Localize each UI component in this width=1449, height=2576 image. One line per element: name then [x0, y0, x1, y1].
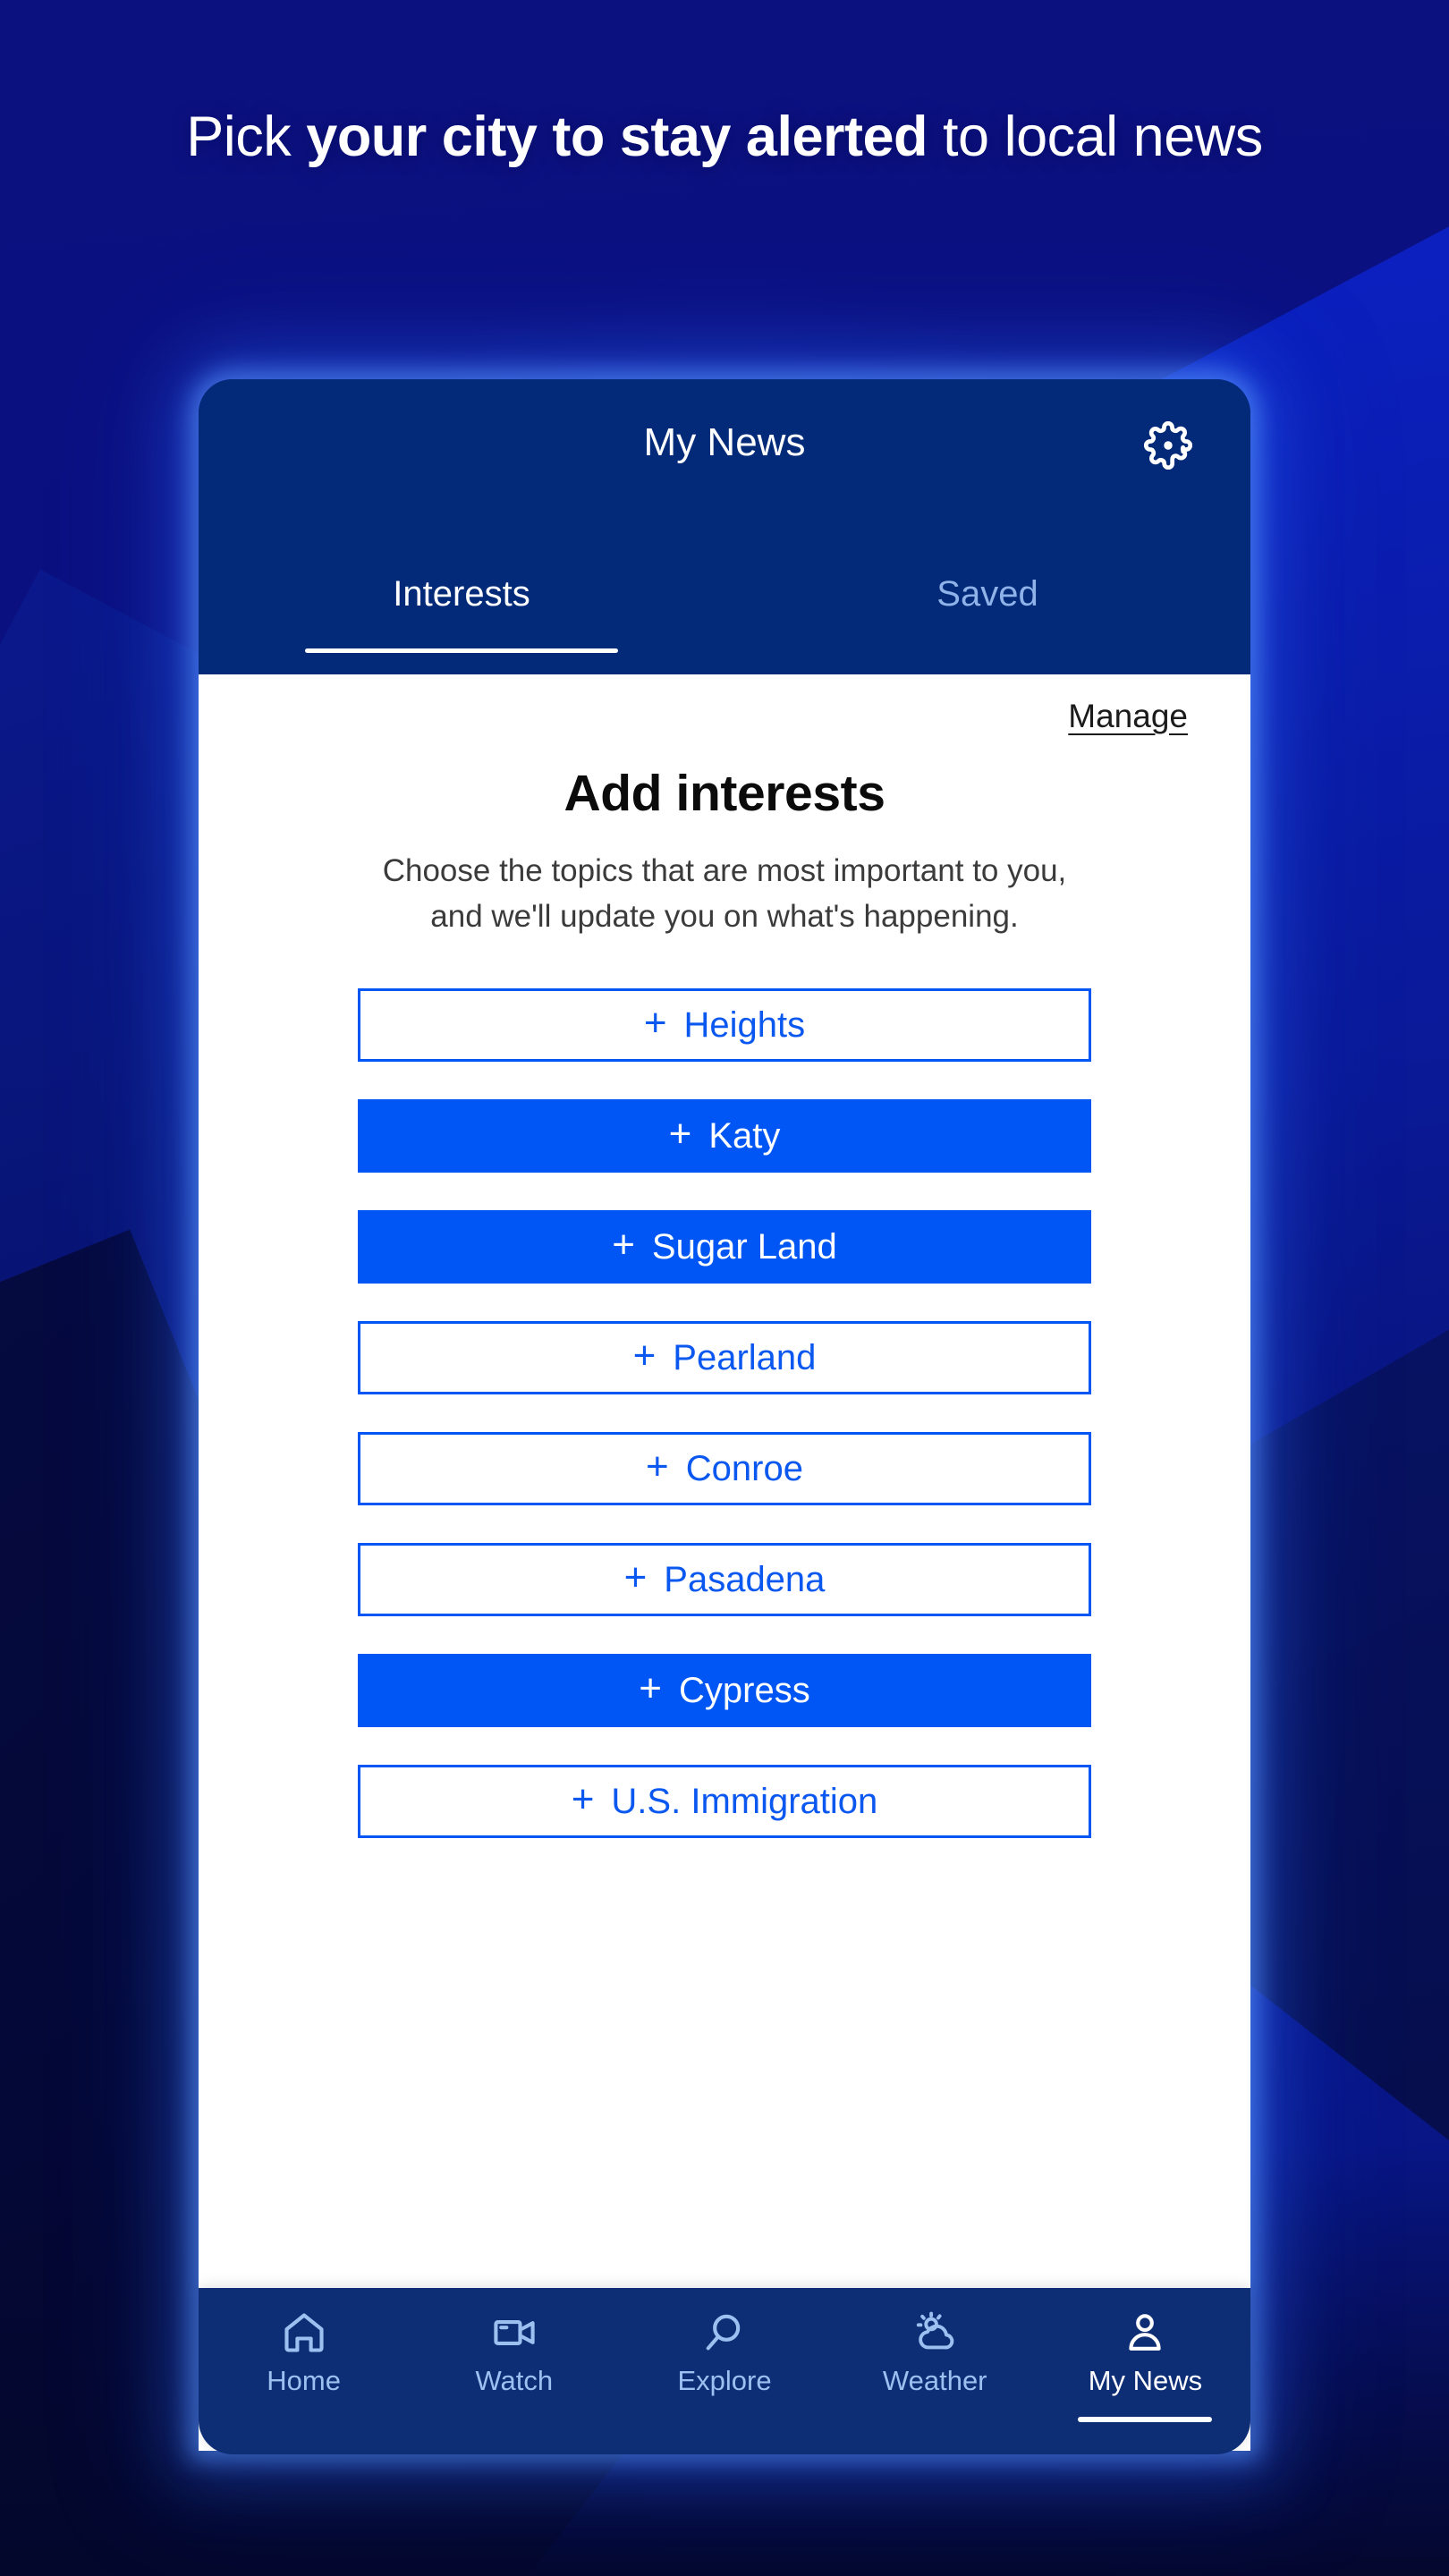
content-area: Manage Add interests Choose the topics t…	[199, 674, 1250, 2451]
promo-headline: Pick your city to stay alerted to local …	[0, 106, 1449, 170]
plus-icon: +	[646, 1445, 669, 1489]
promo-screenshot: Pick your city to stay alerted to local …	[0, 0, 1449, 2576]
interest-button-katy[interactable]: + Katy	[358, 1099, 1091, 1174]
plus-icon: +	[643, 1001, 667, 1046]
interest-list: + Heights + Katy + Sugar Land + Pearland	[199, 988, 1250, 1839]
settings-button[interactable]	[1141, 419, 1195, 472]
tab-active-indicator	[305, 648, 618, 653]
plus-icon: +	[571, 1777, 595, 1822]
nav-label-weather: Weather	[882, 2365, 987, 2396]
headline-part-2: to local news	[928, 106, 1263, 168]
headline-emphasis: your city to stay alerted	[306, 106, 928, 168]
nav-active-indicator	[1078, 2417, 1213, 2422]
interest-label: Heights	[683, 1004, 806, 1045]
interest-label: U.S. Immigration	[611, 1781, 878, 1821]
plus-icon: +	[623, 1555, 648, 1600]
tab-bar: Interests Saved	[199, 558, 1250, 674]
nav-item-watch[interactable]: Watch	[409, 2309, 619, 2422]
interest-label: Sugar Land	[651, 1226, 837, 1267]
search-icon	[701, 2309, 748, 2356]
plus-icon: +	[632, 1334, 657, 1378]
interest-button-cypress[interactable]: + Cypress	[358, 1654, 1091, 1728]
interest-button-pasadena[interactable]: + Pasadena	[358, 1543, 1091, 1617]
nav-label-watch: Watch	[475, 2365, 554, 2396]
interest-button-pearland[interactable]: + Pearland	[358, 1321, 1091, 1395]
sun-cloud-icon	[911, 2309, 958, 2356]
nav-item-home[interactable]: Home	[199, 2309, 409, 2422]
interest-button-heights[interactable]: + Heights	[358, 988, 1091, 1063]
interest-button-us-immigration[interactable]: + U.S. Immigration	[358, 1765, 1091, 1839]
nav-label-my-news: My News	[1088, 2365, 1203, 2396]
manage-link[interactable]: Manage	[1068, 698, 1188, 735]
interest-label: Cypress	[679, 1670, 810, 1710]
plus-icon: +	[668, 1112, 692, 1157]
tab-interests-label: Interests	[393, 574, 530, 614]
tab-saved[interactable]: Saved	[724, 558, 1250, 674]
person-icon	[1122, 2309, 1168, 2356]
tab-saved-label: Saved	[936, 574, 1038, 614]
interest-button-conroe[interactable]: + Conroe	[358, 1432, 1091, 1506]
nav-item-explore[interactable]: Explore	[619, 2309, 829, 2422]
nav-item-weather[interactable]: Weather	[830, 2309, 1040, 2422]
nav-label-home: Home	[267, 2365, 341, 2396]
interest-label: Conroe	[685, 1448, 803, 1488]
home-icon	[281, 2309, 327, 2356]
page-title: My News	[643, 420, 806, 464]
bottom-navigation: Home Watch Explore Weather My News	[199, 2288, 1250, 2454]
content-subtitle: Choose the topics that are most importan…	[382, 853, 1067, 935]
manage-row: Manage	[199, 674, 1250, 735]
plus-icon: +	[639, 1666, 662, 1711]
headline-part-1: Pick	[186, 106, 307, 168]
video-camera-icon	[491, 2309, 538, 2356]
interest-label: Pearland	[673, 1337, 817, 1377]
app-header: My News Interests Saved	[199, 379, 1250, 674]
phone-mockup: My News Interests Saved Manage Add inter…	[199, 379, 1250, 2454]
phone-screen: My News Interests Saved Manage Add inter…	[199, 379, 1250, 2451]
nav-item-my-news[interactable]: My News	[1040, 2309, 1250, 2422]
gear-icon	[1144, 421, 1192, 470]
interest-button-sugar-land[interactable]: + Sugar Land	[358, 1210, 1091, 1284]
interest-label: Katy	[708, 1115, 781, 1156]
plus-icon: +	[612, 1223, 635, 1267]
tab-interests[interactable]: Interests	[199, 558, 724, 674]
content-heading: Add interests	[564, 765, 886, 822]
interest-label: Pasadena	[664, 1559, 826, 1599]
nav-label-explore: Explore	[677, 2365, 772, 2396]
